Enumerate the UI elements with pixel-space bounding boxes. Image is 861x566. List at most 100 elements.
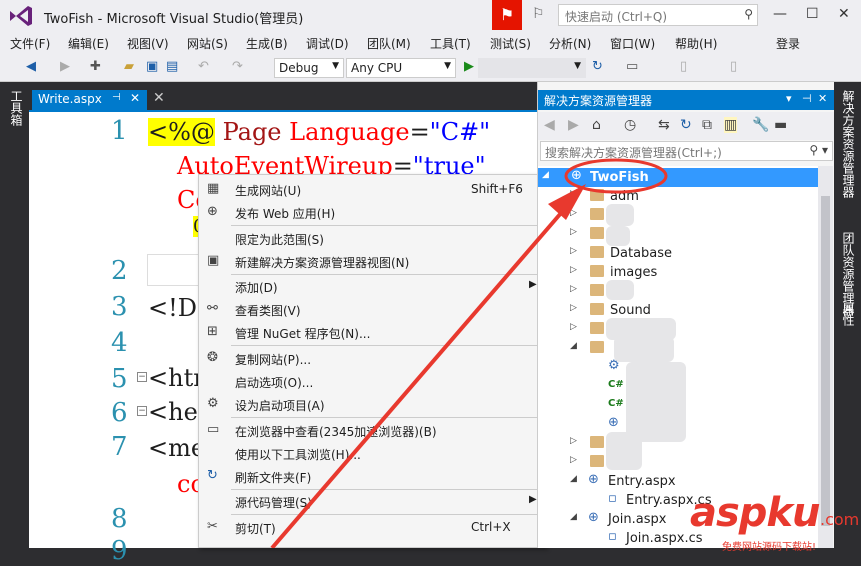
back-icon[interactable]: ◀: [26, 59, 36, 74]
properties-icon[interactable]: 🔧: [752, 117, 769, 133]
start-icon[interactable]: ▶: [464, 59, 474, 74]
menu-item-copy-website[interactable]: ❂ 复制网站(P)...: [199, 347, 545, 370]
save-icon[interactable]: ▣: [146, 59, 158, 74]
solution-explorer-title: 解决方案资源管理器 ▾ ⊣ ✕: [538, 90, 835, 110]
refresh-icon[interactable]: ↻: [592, 59, 603, 74]
menu-file[interactable]: 文件(F): [10, 35, 50, 52]
menu-website[interactable]: 网站(S): [187, 35, 228, 52]
collapse-icon[interactable]: −: [137, 372, 147, 382]
tree-item-folder[interactable]: ▷: [538, 225, 818, 244]
refresh-icon[interactable]: ↻: [680, 117, 692, 133]
close-icon[interactable]: ✕: [153, 90, 165, 106]
menu-view[interactable]: 视图(V): [127, 35, 169, 52]
redo-icon[interactable]: ↷: [232, 59, 243, 74]
menu-item-browse-with[interactable]: 使用以下工具浏览(H)...: [199, 442, 545, 465]
menu-edit[interactable]: 编辑(E): [68, 35, 109, 52]
forward-icon[interactable]: ▶: [60, 59, 70, 74]
tree-item-folder[interactable]: ▷: [538, 320, 818, 339]
show-all-files-icon[interactable]: ▥: [724, 117, 738, 133]
menu-analyze[interactable]: 分析(N): [549, 35, 591, 52]
menu-test[interactable]: 测试(S): [490, 35, 531, 52]
panel-menu-icon[interactable]: ▾: [786, 92, 792, 105]
menu-item-class-diagram[interactable]: ⚯ 查看类图(V): [199, 298, 545, 321]
menu-item-scope[interactable]: 限定为此范围(S): [199, 227, 545, 250]
close-tab-icon[interactable]: ✕: [130, 91, 140, 105]
platform-select[interactable]: Any CPU ▼: [346, 58, 456, 78]
browser-link-icon[interactable]: ▭: [626, 59, 638, 74]
collapse-icon[interactable]: −: [137, 406, 147, 416]
menu-build[interactable]: 生成(B): [246, 35, 288, 52]
expand-icon: ▷: [570, 436, 577, 446]
browser-select[interactable]: ▼: [478, 58, 586, 78]
tab-solution-explorer[interactable]: 解决方案资源管理器: [840, 90, 857, 198]
expand-icon: ▷: [570, 227, 577, 237]
line-number: 7: [111, 432, 128, 462]
search-icon: ⚲: [744, 7, 753, 21]
scrollbar[interactable]: [818, 166, 833, 548]
close-icon[interactable]: ✕: [818, 92, 827, 105]
website-icon: ⊕: [608, 415, 619, 430]
minimize-button[interactable]: —: [773, 6, 787, 22]
new-project-icon[interactable]: ✚: [90, 59, 101, 74]
tree-item-database[interactable]: ▷ Database: [538, 244, 818, 263]
menu-item-cut[interactable]: ✂ 剪切(T) Ctrl+X: [199, 516, 545, 539]
menu-item-new-view[interactable]: ▣ 新建解决方案资源管理器视图(N): [199, 250, 545, 273]
tree-item-folder[interactable]: ▷ adm: [538, 187, 818, 206]
tree-item-images[interactable]: ▷ images: [538, 263, 818, 282]
aspx-file-icon: ⊕: [588, 510, 599, 525]
folder-icon: [590, 455, 604, 467]
login-link[interactable]: 登录: [776, 35, 800, 52]
sync-icon[interactable]: ⇆: [658, 117, 670, 133]
menu-window[interactable]: 窗口(W): [610, 35, 655, 52]
history-icon[interactable]: ◷: [624, 117, 636, 133]
tree-item-entry-aspx[interactable]: ◢ ⊕ Entry.aspx: [538, 472, 818, 491]
maximize-button[interactable]: ☐: [806, 6, 819, 22]
tab-properties[interactable]: 属性: [840, 302, 857, 326]
config-select[interactable]: Debug ▼: [274, 58, 344, 78]
preview-icon[interactable]: ▬: [774, 117, 787, 133]
tree-item-root[interactable]: ◢ ⊕ TwoFish: [538, 168, 818, 187]
tree-item-sound[interactable]: ▷ Sound: [538, 301, 818, 320]
solution-explorer-panel: 解决方案资源管理器 ▾ ⊣ ✕ ◀ ▶ ⌂ ◷ ⇆ ↻ ⧉ ▥ 🔧 ▬ 搜索解决…: [537, 82, 835, 548]
menu-item-refresh-folder[interactable]: ↻ 刷新文件夹(F): [199, 465, 545, 488]
toolbar-extra2-icon[interactable]: ▯: [730, 59, 737, 74]
forward-icon[interactable]: ▶: [568, 117, 579, 133]
toolbar-extra-icon[interactable]: ▯: [680, 59, 687, 74]
menu-help[interactable]: 帮助(H): [675, 35, 717, 52]
feedback-flag-icon[interactable]: ⚑: [492, 0, 522, 30]
solution-search-input[interactable]: 搜索解决方案资源管理器(Ctrl+;) ⚲ ▾: [540, 141, 833, 161]
tree-item-folder[interactable]: ▷: [538, 453, 818, 472]
menu-item-startup-options[interactable]: 启动选项(O)...: [199, 370, 545, 393]
tree-item-folder[interactable]: ▷: [538, 206, 818, 225]
toolbox-tab[interactable]: 工具箱: [0, 82, 29, 548]
menu-item-set-startup[interactable]: ⚙ 设为启动项目(A): [199, 393, 545, 416]
save-all-icon[interactable]: ▤: [166, 59, 178, 74]
folder-icon: [590, 265, 604, 277]
tree-item-folder[interactable]: ▷: [538, 282, 818, 301]
menu-item-build-website[interactable]: ▦ 生成网站(U) Shift+F6: [199, 178, 545, 201]
publish-icon: ⊕: [207, 204, 218, 219]
menu-item-view-in-browser[interactable]: ▭ 在浏览器中查看(2345加速浏览器)(B): [199, 419, 545, 442]
pin-icon[interactable]: ⊣: [112, 92, 121, 103]
menu-tools[interactable]: 工具(T): [430, 35, 471, 52]
notification-icon[interactable]: ⚐: [532, 6, 545, 22]
collapse-all-icon[interactable]: ⧉: [702, 117, 712, 133]
menu-item-source-control[interactable]: 源代码管理(S) ▶: [199, 490, 545, 513]
quick-launch-input[interactable]: 快速启动 (Ctrl+Q) ⚲: [558, 4, 758, 26]
pin-icon[interactable]: ⊣: [802, 92, 812, 105]
back-icon[interactable]: ◀: [544, 117, 555, 133]
menu-item-publish[interactable]: ⊕ 发布 Web 应用(H): [199, 201, 545, 224]
menu-item-nuget[interactable]: ⊞ 管理 NuGet 程序包(N)...: [199, 321, 545, 344]
chevron-down-icon: ▼: [332, 61, 339, 71]
menu-item-add[interactable]: 添加(D) ▶: [199, 275, 545, 298]
tree-item-folder-open[interactable]: ◢: [538, 339, 818, 358]
tab-write-aspx[interactable]: Write.aspx ⊣ ✕: [32, 90, 147, 110]
menu-team[interactable]: 团队(M): [367, 35, 411, 52]
menu-debug[interactable]: 调试(D): [306, 35, 349, 52]
close-button[interactable]: ✕: [838, 6, 850, 22]
open-folder-icon[interactable]: ▰: [124, 59, 134, 74]
home-icon[interactable]: ⌂: [592, 117, 601, 133]
undo-icon[interactable]: ↶: [198, 59, 209, 74]
folder-icon: [590, 227, 604, 239]
scrollbar-thumb[interactable]: [821, 196, 830, 526]
